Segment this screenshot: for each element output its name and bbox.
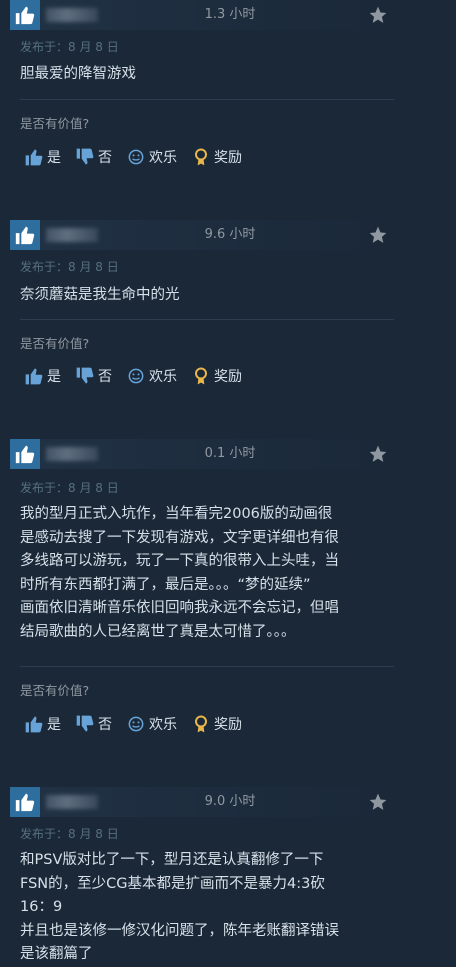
review-header: 9.0 小时 bbox=[10, 787, 394, 817]
review-line: FSN的，至少CG基本都是扩画而不是暴力4:3砍 bbox=[20, 875, 325, 892]
vote-no-button[interactable]: 否 bbox=[71, 144, 118, 170]
vote-yes-button[interactable]: 是 bbox=[20, 711, 67, 737]
divider bbox=[20, 666, 394, 667]
vote-no-label: 否 bbox=[98, 369, 112, 385]
review-content: 我的型月正式入坑作，当年看完2006版的动画很 是感动去搜了一下发现有游戏，文字… bbox=[20, 503, 392, 644]
thumbs-down-icon bbox=[76, 367, 94, 384]
vote-no-label: 否 bbox=[98, 717, 112, 733]
reviewer-name-blurred bbox=[46, 795, 98, 809]
vote-no-button[interactable]: 否 bbox=[71, 711, 118, 737]
vote-bar: 是 否 欢乐 奖励 bbox=[20, 363, 252, 389]
review-line: 时所有东西都打满了，最后是。。。“梦的延续” bbox=[20, 576, 311, 593]
vote-yes-button[interactable]: 是 bbox=[20, 144, 67, 170]
thumbs-up-icon bbox=[10, 787, 40, 817]
award-label: 奖励 bbox=[214, 150, 242, 166]
play-hours: 9.6 小时 bbox=[204, 227, 256, 242]
smiley-icon bbox=[128, 716, 144, 732]
vote-funny-button[interactable]: 欢乐 bbox=[122, 363, 183, 389]
thumbs-down-icon bbox=[76, 148, 94, 165]
vote-yes-label: 是 bbox=[47, 717, 61, 733]
award-button[interactable]: 奖励 bbox=[187, 144, 248, 170]
vote-funny-label: 欢乐 bbox=[149, 717, 177, 733]
award-button[interactable]: 奖励 bbox=[187, 363, 248, 389]
review-line: 并且也是该修一修汉化问题了，陈年老账翻译错误 bbox=[20, 922, 339, 939]
thumbs-up-icon bbox=[10, 0, 40, 30]
review-line: 胆最爱的降智游戏 bbox=[20, 66, 136, 82]
smiley-icon bbox=[128, 149, 144, 165]
award-icon bbox=[195, 715, 207, 733]
review-line: 我的型月正式入坑作，当年看完2006版的动画很 bbox=[20, 506, 333, 522]
vote-yes-label: 是 bbox=[47, 369, 61, 385]
star-icon[interactable] bbox=[368, 5, 388, 25]
review-line: 和PSV版对比了一下，型月还是认真翻修了一下 bbox=[20, 852, 324, 868]
thumbs-down-icon bbox=[76, 715, 94, 732]
review-header: 0.1 小时 bbox=[10, 439, 394, 469]
review-card: 9.6 小时 发布于：8 月 8 日 奈须蘑菇是我生命中的光 是否有价值? 是 … bbox=[10, 220, 394, 385]
posted-date: 发布于：8 月 8 日 bbox=[20, 827, 119, 841]
vote-yes-button[interactable]: 是 bbox=[20, 363, 67, 389]
posted-date: 发布于：8 月 8 日 bbox=[20, 260, 119, 274]
review-content: 胆最爱的降智游戏 bbox=[20, 63, 392, 87]
review-line: 奈须蘑菇是我生命中的光 bbox=[20, 287, 180, 303]
review-card: 0.1 小时 发布于：8 月 8 日 我的型月正式入坑作，当年看完2006版的动… bbox=[10, 439, 394, 733]
reviewer-name-blurred bbox=[46, 228, 98, 242]
smiley-icon bbox=[128, 368, 144, 384]
star-icon[interactable] bbox=[368, 225, 388, 245]
review-card: 1.3 小时 发布于：8 月 8 日 胆最爱的降智游戏 是否有价值? 是 否 欢… bbox=[10, 0, 394, 166]
review-line: 多线路可以游玩，玩了一下真的很带入上头哇，当 bbox=[20, 553, 339, 569]
helpful-question: 是否有价值? bbox=[20, 116, 90, 131]
divider bbox=[20, 319, 394, 320]
award-label: 奖励 bbox=[214, 717, 242, 733]
review-line: 结局歌曲的人已经离世了真是太可惜了。。。 bbox=[20, 623, 296, 640]
vote-bar: 是 否 欢乐 奖励 bbox=[20, 144, 252, 170]
reviewer-name-blurred bbox=[46, 8, 98, 22]
star-icon[interactable] bbox=[368, 444, 388, 464]
review-header: 1.3 小时 bbox=[10, 0, 394, 30]
vote-funny-label: 欢乐 bbox=[149, 369, 177, 385]
vote-yes-label: 是 bbox=[47, 150, 61, 166]
award-button[interactable]: 奖励 bbox=[187, 711, 248, 737]
vote-no-button[interactable]: 否 bbox=[71, 363, 118, 389]
review-line: 画面依旧清晰音乐依旧回响我永远不会忘记，但唱 bbox=[20, 600, 339, 616]
star-icon[interactable] bbox=[368, 792, 388, 812]
vote-bar: 是 否 欢乐 奖励 bbox=[20, 711, 252, 737]
review-content: 和PSV版对比了一下，型月还是认真翻修了一下 FSN的，至少CG基本都是扩画而不… bbox=[20, 849, 392, 967]
review-content: 奈须蘑菇是我生命中的光 bbox=[20, 284, 392, 308]
review-header: 9.6 小时 bbox=[10, 220, 394, 250]
vote-no-label: 否 bbox=[98, 150, 112, 166]
thumbs-up-icon bbox=[25, 716, 43, 733]
play-hours: 9.0 小时 bbox=[204, 794, 256, 809]
posted-date: 发布于：8 月 8 日 bbox=[20, 40, 119, 54]
review-card: 9.0 小时 发布于：8 月 8 日 和PSV版对比了一下，型月还是认真翻修了一… bbox=[10, 787, 394, 962]
reviewer-name-blurred bbox=[46, 447, 98, 461]
vote-funny-button[interactable]: 欢乐 bbox=[122, 144, 183, 170]
thumbs-up-icon bbox=[10, 439, 40, 469]
posted-date: 发布于：8 月 8 日 bbox=[20, 481, 119, 495]
thumbs-up-icon bbox=[10, 220, 40, 250]
thumbs-up-icon bbox=[25, 149, 43, 166]
play-hours: 1.3 小时 bbox=[204, 7, 256, 22]
divider bbox=[20, 99, 394, 100]
review-line: 16：9 bbox=[20, 899, 63, 915]
helpful-question: 是否有价值? bbox=[20, 336, 90, 351]
vote-funny-label: 欢乐 bbox=[149, 150, 177, 166]
award-icon bbox=[195, 367, 207, 385]
play-hours: 0.1 小时 bbox=[204, 446, 256, 461]
vote-funny-button[interactable]: 欢乐 bbox=[122, 711, 183, 737]
review-line: 是感动去搜了一下发现有游戏，文字更详细也有很 bbox=[20, 529, 339, 546]
award-label: 奖励 bbox=[214, 369, 242, 385]
thumbs-up-icon bbox=[25, 368, 43, 385]
award-icon bbox=[195, 148, 207, 166]
helpful-question: 是否有价值? bbox=[20, 683, 90, 698]
review-line: 是该翻篇了 bbox=[20, 946, 93, 962]
